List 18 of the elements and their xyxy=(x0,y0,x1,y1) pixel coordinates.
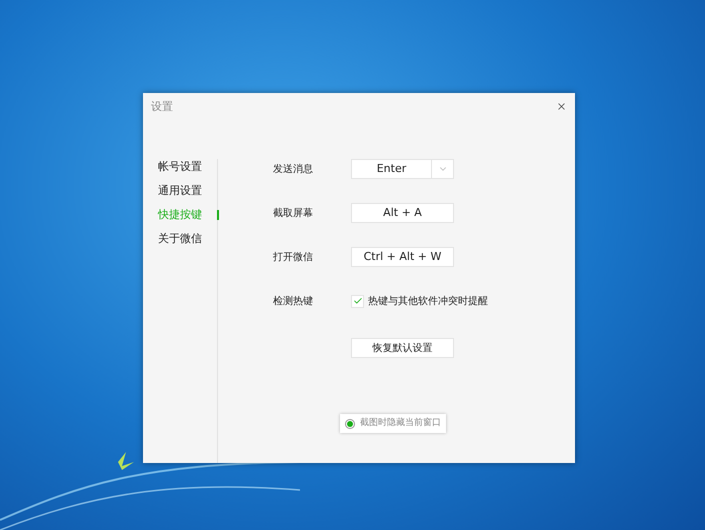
setting-label: 截取屏幕 xyxy=(273,206,314,220)
checkmark-icon xyxy=(352,296,362,306)
checkbox[interactable] xyxy=(351,294,364,308)
window-title: 设置 xyxy=(151,99,173,115)
hide-window-option[interactable]: 截图时隐藏当前窗口 xyxy=(340,414,446,433)
setting-label: 发送消息 xyxy=(273,162,314,176)
checkbox-label: 热键与其他软件冲突时提醒 xyxy=(368,294,488,308)
setting-label: 打开微信 xyxy=(273,250,314,264)
sidebar-item[interactable]: 关于微信 xyxy=(158,231,217,247)
hotkey-field[interactable]: Alt + A xyxy=(351,203,454,223)
selected-indicator xyxy=(217,210,219,220)
hotkey-field[interactable]: Ctrl + Alt + W xyxy=(351,247,454,267)
sidebar-item[interactable]: 通用设置 xyxy=(158,183,217,199)
send-key-dropdown[interactable]: Enter xyxy=(351,159,454,179)
sidebar-item[interactable]: 帐号设置 xyxy=(158,159,217,175)
setting-label: 检测热键 xyxy=(273,294,314,308)
close-icon[interactable] xyxy=(556,101,567,112)
reset-defaults-button[interactable]: 恢复默认设置 xyxy=(351,338,454,358)
